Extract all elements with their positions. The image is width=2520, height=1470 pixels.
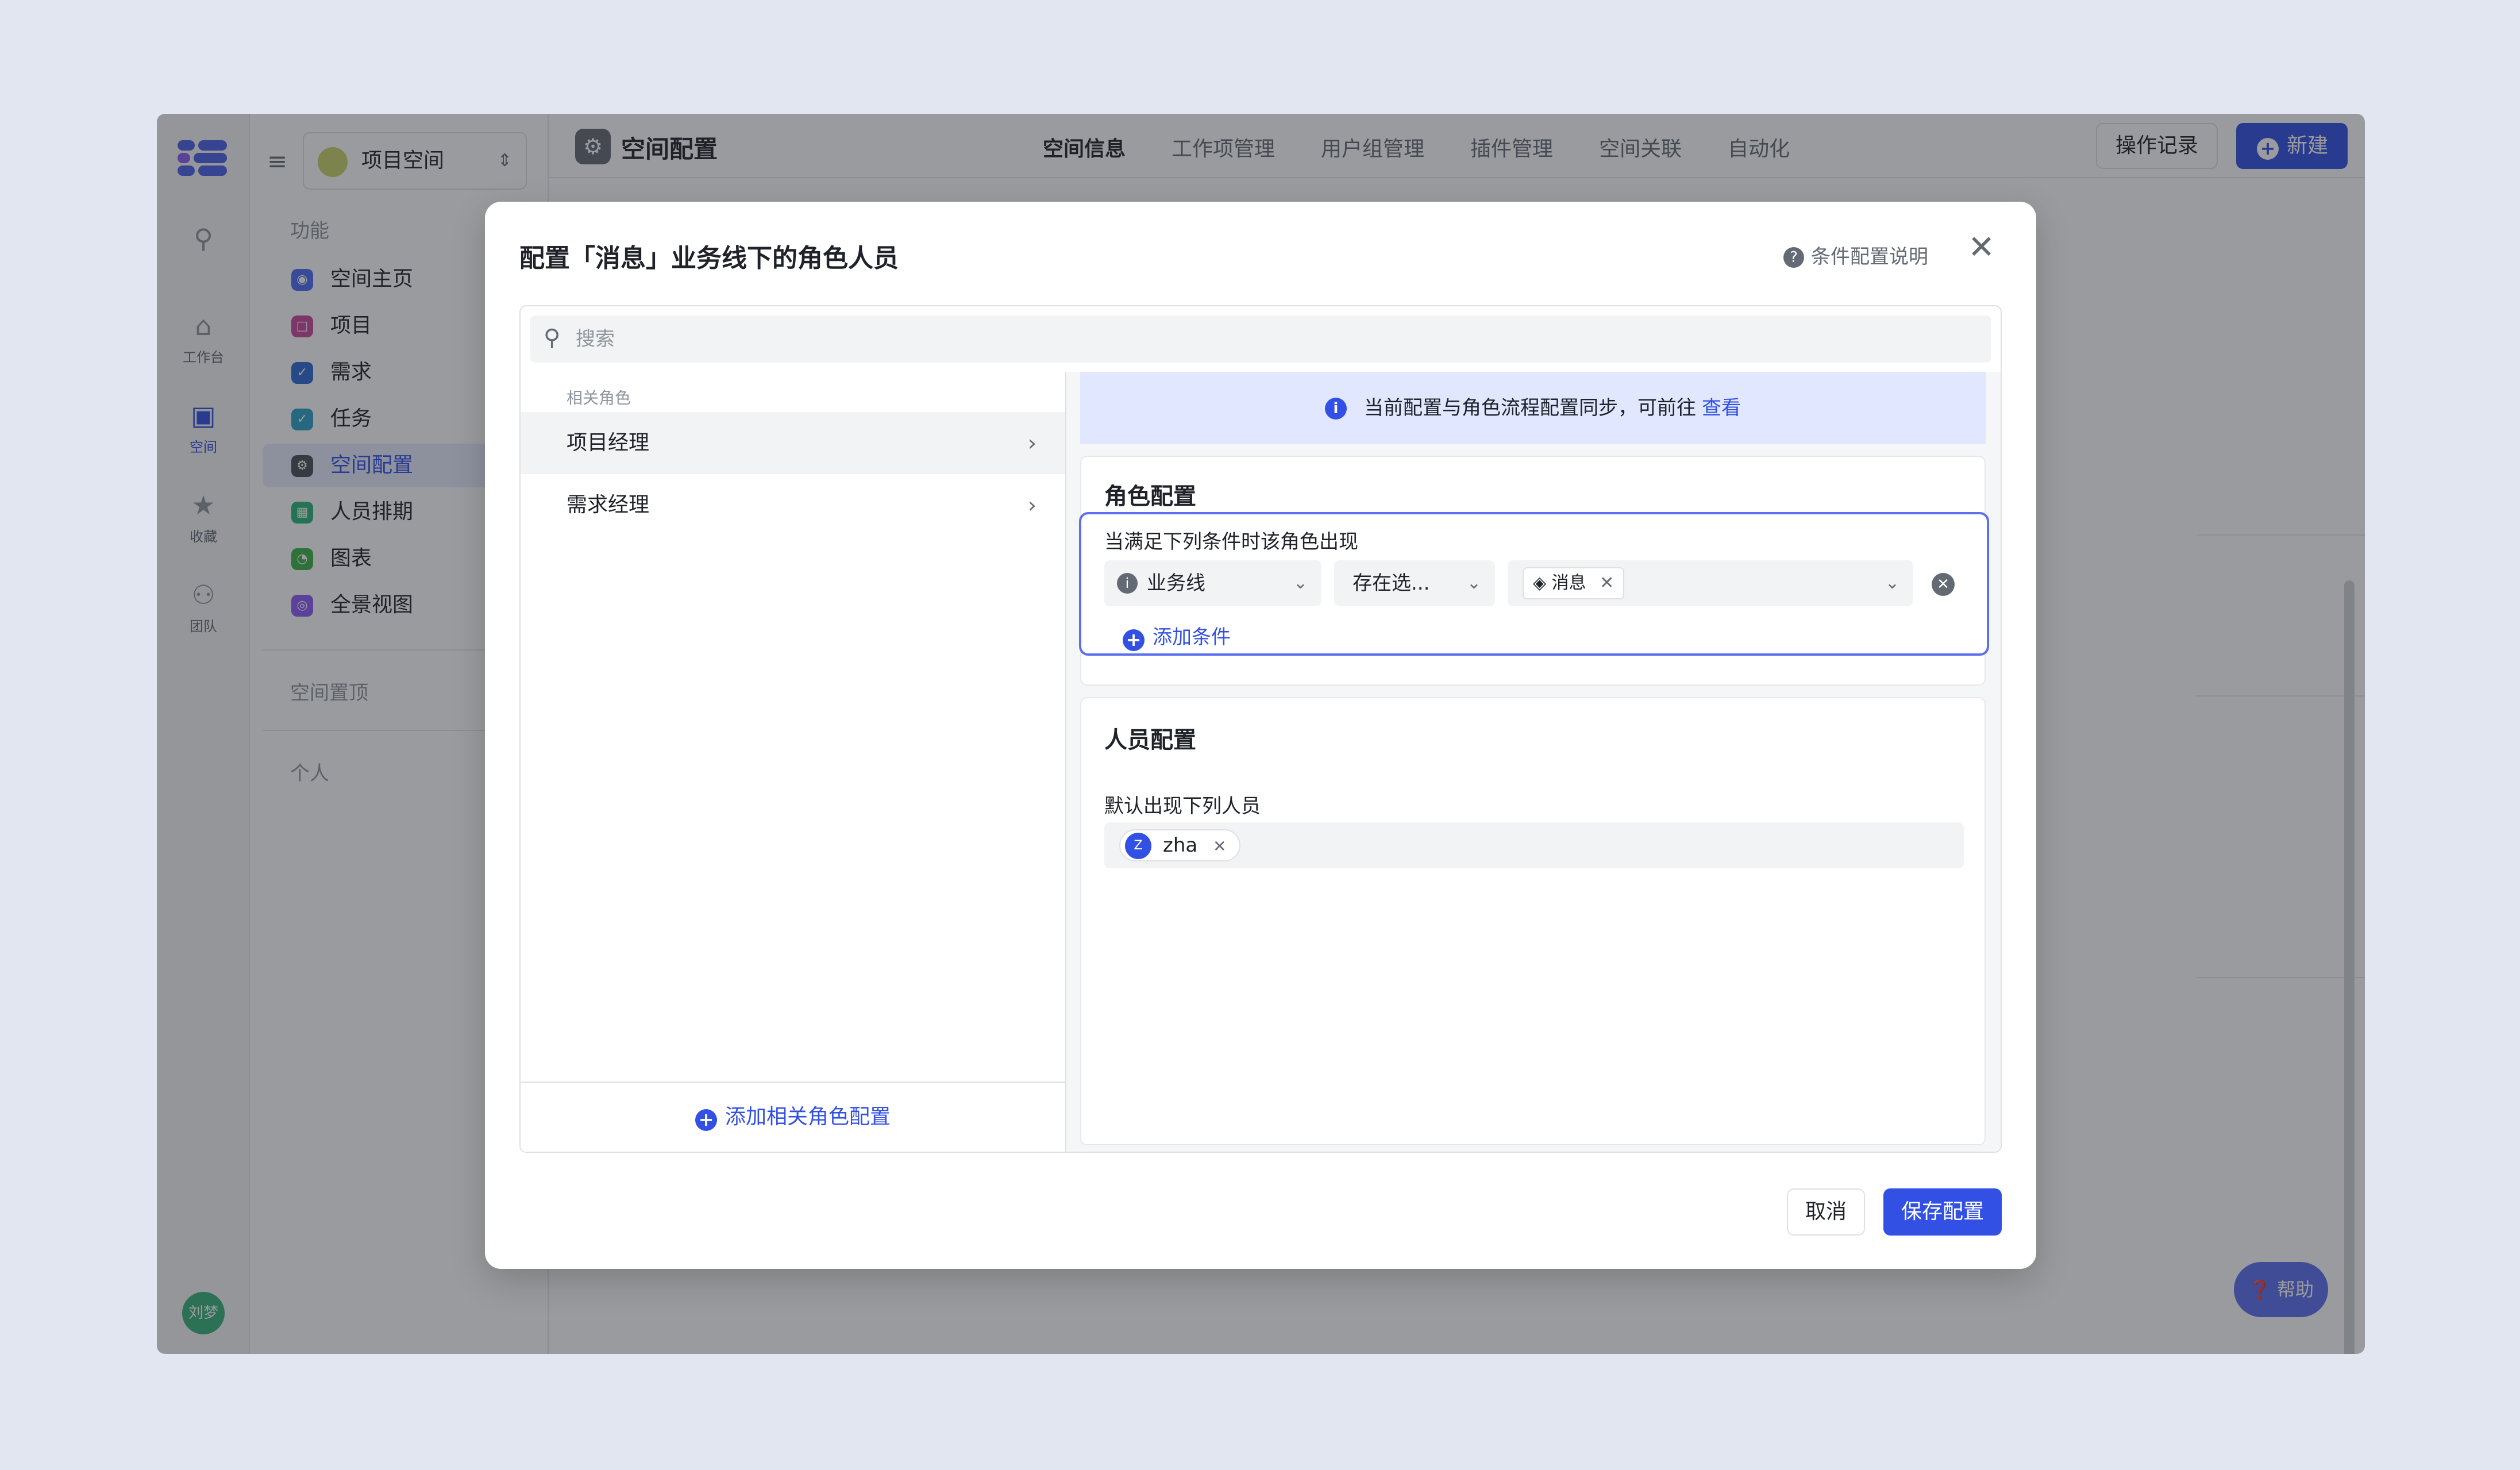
condition-title: 当满足下列条件时该角色出现 — [1104, 530, 1358, 553]
layers-icon: ◈ — [1533, 573, 1547, 593]
add-role-config-label: 添加相关角色配置 — [725, 1105, 891, 1129]
roles-section-label: 相关角色 — [567, 388, 631, 407]
operator-select[interactable]: 存在选... ⌄ — [1334, 560, 1495, 606]
sync-notice: i 当前配置与角色流程配置同步，可前往 查看 — [1080, 372, 1986, 444]
question-icon: ? — [1783, 247, 1804, 268]
role-item-label: 需求经理 — [567, 493, 650, 517]
config-area: i 当前配置与角色流程配置同步，可前往 查看 角色配置 当满足下列条件时该角色出现 … — [1066, 372, 2001, 1152]
search-icon: ⚲ — [544, 325, 561, 351]
dialog-title: 配置「消息」业务线下的角色人员 — [519, 244, 899, 273]
people-config-title: 人员配置 — [1104, 727, 1196, 753]
role-item-label: 项目经理 — [567, 431, 650, 455]
role-config-card: 角色配置 当满足下列条件时该角色出现 i 业务线 ⌄ 存在选... ⌄ ◈ 消息… — [1079, 456, 1989, 686]
cancel-button[interactable]: 取消 — [1787, 1188, 1865, 1236]
role-list: 相关角色 项目经理 › 需求经理 › + 添加相关角色配置 — [521, 372, 1066, 1152]
info-icon: i — [1117, 573, 1138, 594]
add-role-config-button[interactable]: + 添加相关角色配置 — [521, 1082, 1065, 1152]
default-people-label: 默认出现下列人员 — [1104, 795, 1261, 818]
remove-person-icon[interactable]: ✕ — [1213, 837, 1226, 856]
role-item-project-manager[interactable]: 项目经理 › — [521, 412, 1065, 474]
search-input[interactable] — [576, 315, 1955, 363]
field-select-value: 业务线 — [1147, 572, 1205, 595]
chevron-right-icon: › — [1027, 430, 1036, 456]
value-select[interactable]: ◈ 消息 ✕ ⌄ — [1508, 560, 1913, 606]
people-select[interactable]: Z zha ✕ — [1104, 822, 1964, 868]
chevron-right-icon: › — [1027, 492, 1036, 518]
role-config-title: 角色配置 — [1104, 483, 1196, 510]
plus-circle-icon: + — [1123, 629, 1145, 651]
plus-circle-icon: + — [695, 1109, 717, 1131]
person-name: zha — [1163, 834, 1198, 857]
person-tag: Z zha ✕ — [1119, 829, 1240, 861]
value-tag-label: 消息 — [1551, 573, 1586, 593]
add-condition-button[interactable]: + 添加条件 — [1123, 621, 1231, 651]
condition-help-label: 条件配置说明 — [1811, 245, 1928, 268]
search-bar: ⚲ — [530, 315, 1991, 363]
operator-select-value: 存在选... — [1353, 572, 1430, 595]
avatar: Z — [1125, 833, 1151, 859]
chevron-down-icon: ⌄ — [1466, 573, 1481, 593]
field-select[interactable]: i 业务线 ⌄ — [1104, 560, 1321, 606]
config-panel: ⚲ 相关角色 项目经理 › 需求经理 › + 添加相关角色配置 i 当前配置与角色流… — [519, 305, 2002, 1153]
people-config-card: 人员配置 默认出现下列人员 Z zha ✕ — [1080, 697, 1986, 1145]
close-icon[interactable]: ✕ — [1968, 232, 1995, 264]
info-icon: i — [1325, 398, 1347, 420]
notice-view-link[interactable]: 查看 — [1702, 397, 1741, 420]
chevron-down-icon: ⌄ — [1885, 573, 1899, 593]
chevron-down-icon: ⌄ — [1293, 573, 1308, 593]
save-config-button[interactable]: 保存配置 — [1883, 1188, 2002, 1236]
notice-text: 当前配置与角色流程配置同步，可前往 — [1364, 397, 1696, 420]
value-tag: ◈ 消息 ✕ — [1523, 567, 1625, 599]
role-config-dialog: 配置「消息」业务线下的角色人员 ? 条件配置说明 ✕ ⚲ 相关角色 项目经理 › … — [485, 202, 2036, 1269]
remove-condition-icon[interactable]: ✕ — [1932, 573, 1955, 596]
role-item-requirement-manager[interactable]: 需求经理 › — [521, 474, 1065, 536]
add-condition-label: 添加条件 — [1153, 626, 1231, 649]
remove-tag-icon[interactable]: ✕ — [1600, 573, 1614, 593]
condition-help-link[interactable]: ? 条件配置说明 — [1783, 241, 1928, 269]
condition-group: 当满足下列条件时该角色出现 i 业务线 ⌄ 存在选... ⌄ ◈ 消息 ✕ ⌄ … — [1079, 512, 1989, 656]
